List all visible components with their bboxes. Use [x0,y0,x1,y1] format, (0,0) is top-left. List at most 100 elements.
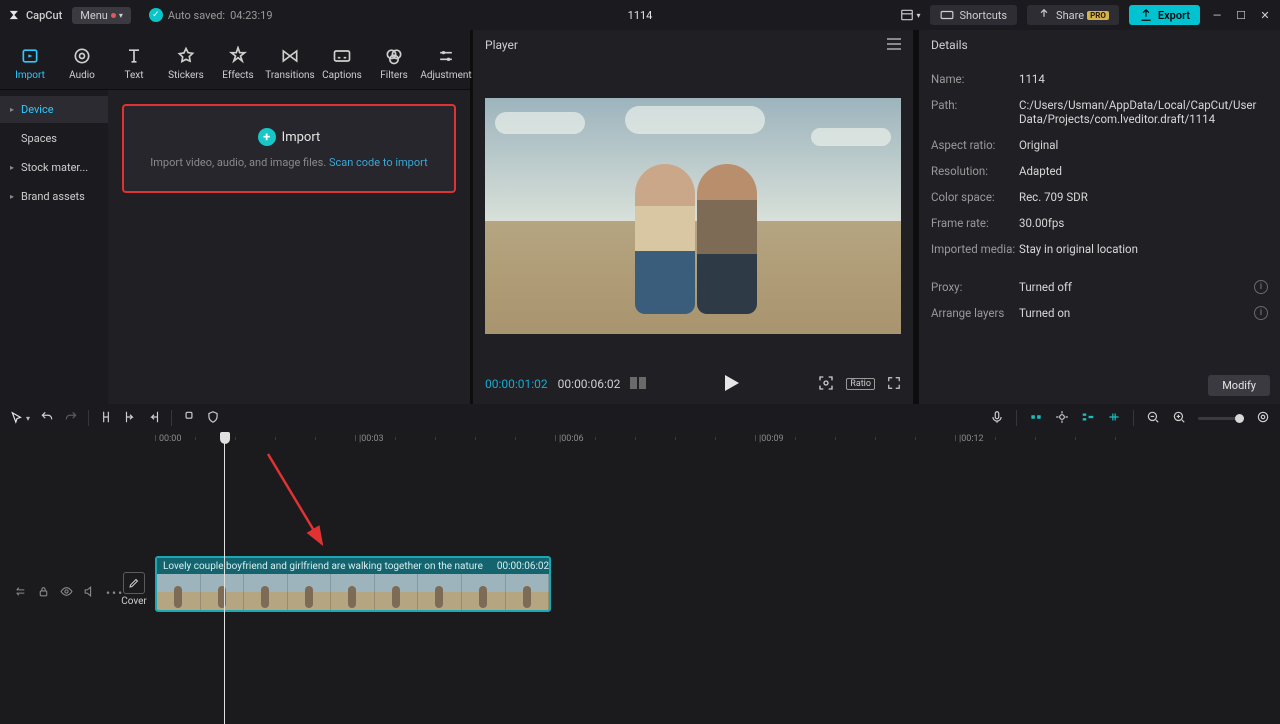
tab-effects[interactable]: Effects [212,40,264,89]
capcut-logo-icon [8,8,22,22]
timeline-clip[interactable]: Lovely couple boyfriend and girlfriend a… [155,556,551,612]
speaker-icon [83,585,96,598]
axis-icon [1107,410,1121,424]
collapse-icon [14,585,27,598]
tab-audio[interactable]: Audio [56,40,108,89]
keyboard-icon [940,8,954,22]
media-panel: ImportAudioTextStickersEffectsTransition… [0,30,470,404]
app-name: CapCut [26,9,62,22]
zoom-fit-button[interactable] [1256,410,1270,427]
titlebar: CapCut Menu ▾ ✓ Auto saved: 04:23:19 111… [0,0,1280,30]
window-minimize-button[interactable]: — [1210,8,1224,22]
tab-captions[interactable]: Captions [316,40,368,89]
scan-icon [818,375,834,391]
captions-icon [332,46,352,66]
player-fullscreen-button[interactable] [887,376,901,393]
annotation-arrow [262,448,342,558]
snap-track-button[interactable] [1081,410,1095,427]
tab-transitions[interactable]: Transitions [264,40,316,89]
player-ratio-button[interactable]: Ratio [846,378,875,390]
marker-button[interactable] [182,410,196,427]
info-icon[interactable]: i [1254,280,1268,294]
share-button[interactable]: Share PRO [1027,5,1119,25]
project-name: 1114 [628,9,653,22]
import-icon [20,46,40,66]
timeline-playhead[interactable] [224,432,225,724]
track-collapse-button[interactable] [14,585,27,601]
preview-axis-button[interactable] [1107,410,1121,427]
cover-button[interactable]: Cover [118,572,150,607]
sidebar-item-spaces[interactable]: Spaces [0,125,108,152]
window-close-button[interactable]: ✕ [1258,8,1272,22]
timeline[interactable]: 00:00|00:03|00:06|00:09|00:12 ••• Cover … [0,432,1280,724]
player-duration-timecode: 00:00:06:02 [558,377,621,391]
details-row: Arrange layersTurned oni [931,300,1268,326]
modify-button[interactable]: Modify [1208,375,1270,396]
layout-toggle-button[interactable]: ▾ [900,8,920,22]
chevron-down-icon: ▾ [26,414,30,423]
split-button[interactable] [99,410,113,427]
timeline-ruler[interactable]: 00:00|00:03|00:06|00:09|00:12 [0,432,1280,452]
player-scan-button[interactable] [818,375,834,394]
details-key: Frame rate: [931,216,1019,230]
player-canvas[interactable] [473,60,913,364]
zoom-out-icon [1146,410,1160,424]
info-icon[interactable]: i [1254,306,1268,320]
window-maximize-button[interactable]: ☐ [1234,8,1248,22]
clip-thumbnail [201,574,245,612]
shortcuts-button[interactable]: Shortcuts [930,5,1017,25]
zoom-in-button[interactable] [1172,410,1186,427]
selection-tool-button[interactable]: ▾ [10,411,30,425]
effects-icon [228,46,248,66]
mic-button[interactable] [990,410,1004,427]
track-visibility-button[interactable] [60,585,73,601]
trim-left-button[interactable] [123,410,137,427]
sidebar-item-brand-assets[interactable]: ▸Brand assets [0,183,108,210]
redo-button[interactable] [64,410,78,427]
tab-text[interactable]: Text [108,40,160,89]
track-mute-button[interactable] [83,585,96,601]
zoom-slider-knob[interactable] [1235,414,1244,423]
snap-main-icon [1029,410,1043,424]
export-button[interactable]: Export [1129,5,1200,25]
sidebar-item-stock-mater-[interactable]: ▸Stock mater... [0,154,108,181]
zoom-out-button[interactable] [1146,410,1160,427]
details-row: Imported media:Stay in original location [931,236,1268,262]
ruler-label: |00:09 [759,434,784,444]
ruler-label: |00:12 [959,434,984,444]
scan-code-link[interactable]: Scan code to import [329,156,428,169]
details-value: Stay in original location [1019,242,1268,256]
zoom-slider[interactable] [1198,417,1244,420]
playhead-handle[interactable] [220,432,230,444]
tab-adjustment[interactable]: Adjustment [420,40,472,89]
details-value: Turned on [1019,306,1248,320]
player-menu-button[interactable] [887,38,901,53]
player-preview-frame [485,98,901,334]
tab-import[interactable]: Import [4,40,56,89]
undo-button[interactable] [40,410,54,427]
tab-filters[interactable]: Filters [368,40,420,89]
details-value: C:/Users/Usman/AppData/Local/CapCut/User… [1019,98,1268,126]
import-drop-area[interactable]: + Import Import video, audio, and image … [122,104,456,193]
flag-button[interactable] [206,410,220,427]
details-key: Aspect ratio: [931,138,1019,152]
sidebar-item-device[interactable]: ▸Device [0,96,108,123]
menu-button[interactable]: Menu ▾ [72,7,131,24]
play-icon [725,375,739,391]
trim-right-button[interactable] [147,410,161,427]
play-button[interactable] [725,375,739,394]
track-lock-button[interactable] [37,585,50,601]
details-row: Color space:Rec. 709 SDR [931,184,1268,210]
tab-stickers[interactable]: Stickers [160,40,212,89]
player-compare-button[interactable] [630,377,646,392]
details-value: Turned off [1019,280,1248,294]
player-current-timecode: 00:00:01:02 [485,377,548,391]
app-logo: CapCut [8,8,62,22]
clip-duration: 00:00:06:02 [497,561,549,572]
link-button[interactable] [1055,410,1069,427]
cursor-icon [10,411,24,425]
snap-main-button[interactable] [1029,410,1043,427]
details-value: 30.00fps [1019,216,1268,230]
ruler-label: |00:06 [559,434,584,444]
details-key: Resolution: [931,164,1019,178]
